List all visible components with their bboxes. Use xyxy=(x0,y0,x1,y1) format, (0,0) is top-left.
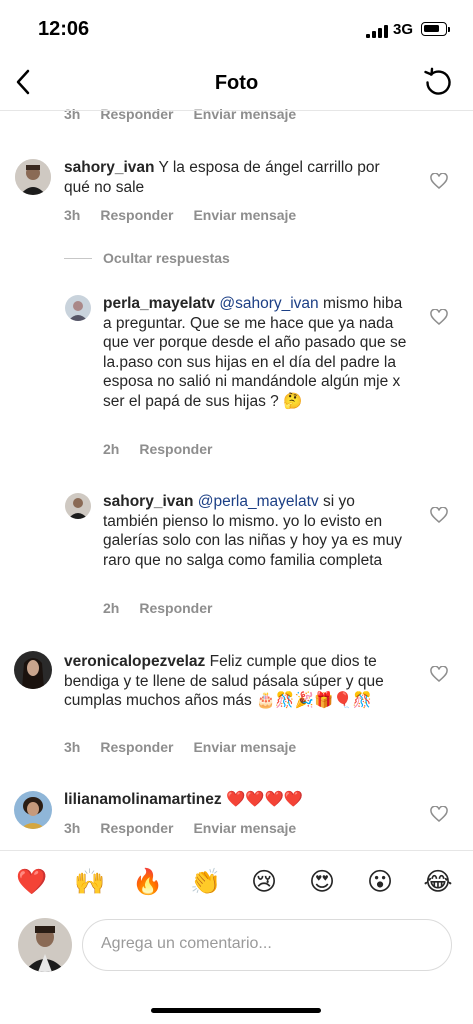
comment-time: 3h xyxy=(64,739,81,755)
comment-time: 3h xyxy=(64,207,81,223)
page-title: Foto xyxy=(214,72,259,94)
like-heart-icon[interactable] xyxy=(430,308,448,325)
hide-replies-button[interactable]: Ocultar respuestas xyxy=(103,250,230,266)
comment-username[interactable]: lilianamolinamartinez xyxy=(64,791,222,808)
comment-meta: 3h Responder Enviar mensaje xyxy=(64,820,316,836)
avatar[interactable] xyxy=(65,493,91,519)
reply-body: perla_mayelatv @sahory_ivan mismo hiba a… xyxy=(103,294,408,411)
emoji-surprised-button[interactable]: 😮 xyxy=(363,866,397,898)
comment-username[interactable]: sahory_ivan xyxy=(64,159,154,176)
comment-body: sahory_ivan Y la esposa de ángel carrill… xyxy=(64,158,404,197)
reply-button[interactable]: Responder xyxy=(100,106,173,122)
avatar[interactable] xyxy=(14,791,52,829)
reply-meta: 2h Responder xyxy=(103,441,232,457)
reply-time: 2h xyxy=(103,441,120,457)
reply-time: 2h xyxy=(103,600,120,616)
emoji-heart-button[interactable]: ❤️ xyxy=(15,866,49,898)
reply-mention-link[interactable]: @perla_mayelatv xyxy=(198,493,319,510)
comment-username[interactable]: veronicalopezvelaz xyxy=(64,653,205,670)
reply-button[interactable]: Responder xyxy=(100,207,173,223)
reply-meta: 2h Responder xyxy=(103,600,232,616)
comment-input-box[interactable] xyxy=(82,919,452,971)
reply-body: sahory_ivan @perla_mayelatv si yo tambié… xyxy=(103,492,408,570)
like-heart-icon[interactable] xyxy=(430,665,448,682)
like-heart-icon[interactable] xyxy=(430,805,448,822)
comment-meta: 3h Responder Enviar mensaje xyxy=(64,739,316,755)
emoji-heart-eyes-button[interactable]: 😍 xyxy=(305,866,339,898)
comment-meta-partial: 3h Responder Enviar mensaje xyxy=(64,106,316,122)
emoji-laughing-button[interactable]: 😂 xyxy=(421,866,455,898)
like-heart-icon[interactable] xyxy=(430,172,448,189)
comment-meta: 3h Responder Enviar mensaje xyxy=(64,207,316,223)
like-heart-icon[interactable] xyxy=(430,506,448,523)
emoji-crying-button[interactable]: 😢 xyxy=(247,866,281,898)
reply-button[interactable]: Responder xyxy=(139,441,212,457)
reply-username[interactable]: sahory_ivan xyxy=(103,493,193,510)
status-time: 12:06 xyxy=(38,18,90,40)
battery-icon xyxy=(421,22,450,36)
send-message-button[interactable]: Enviar mensaje xyxy=(193,739,296,755)
reply-mention-link[interactable]: @sahory_ivan xyxy=(219,295,318,312)
current-user-avatar xyxy=(18,918,72,972)
comment-body: lilianamolinamartinez ❤️❤️❤️❤️ xyxy=(64,790,409,810)
avatar[interactable] xyxy=(65,295,91,321)
reply-text: mismo hiba a preguntar. Que se me hace q… xyxy=(103,295,407,410)
reply-button[interactable]: Responder xyxy=(139,600,212,616)
send-message-button[interactable]: Enviar mensaje xyxy=(193,207,296,223)
reply-button[interactable]: Responder xyxy=(100,739,173,755)
replies-divider-line xyxy=(64,258,92,259)
header-divider xyxy=(0,110,473,111)
emoji-bar-divider xyxy=(0,850,473,851)
comment-body: veronicalopezvelaz Feliz cumple que dios… xyxy=(64,652,409,711)
home-indicator[interactable] xyxy=(151,1008,321,1013)
cellular-signal-icon xyxy=(366,24,388,38)
emoji-clap-button[interactable]: 👏 xyxy=(189,866,223,898)
refresh-icon[interactable] xyxy=(422,66,454,98)
avatar[interactable] xyxy=(15,159,51,195)
reply-username[interactable]: perla_mayelatv xyxy=(103,295,215,312)
send-message-button[interactable]: Enviar mensaje xyxy=(193,106,296,122)
comment-time: 3h xyxy=(64,106,81,122)
comment-text: ❤️❤️❤️❤️ xyxy=(225,791,304,808)
send-message-button[interactable]: Enviar mensaje xyxy=(193,820,296,836)
emoji-fire-button[interactable]: 🔥 xyxy=(131,866,165,898)
comment-time: 3h xyxy=(64,820,81,836)
avatar[interactable] xyxy=(14,651,52,689)
reply-button[interactable]: Responder xyxy=(100,820,173,836)
network-type: 3G xyxy=(393,21,414,38)
emoji-raised-hands-button[interactable]: 🙌 xyxy=(73,866,107,898)
comment-input[interactable] xyxy=(99,934,433,954)
